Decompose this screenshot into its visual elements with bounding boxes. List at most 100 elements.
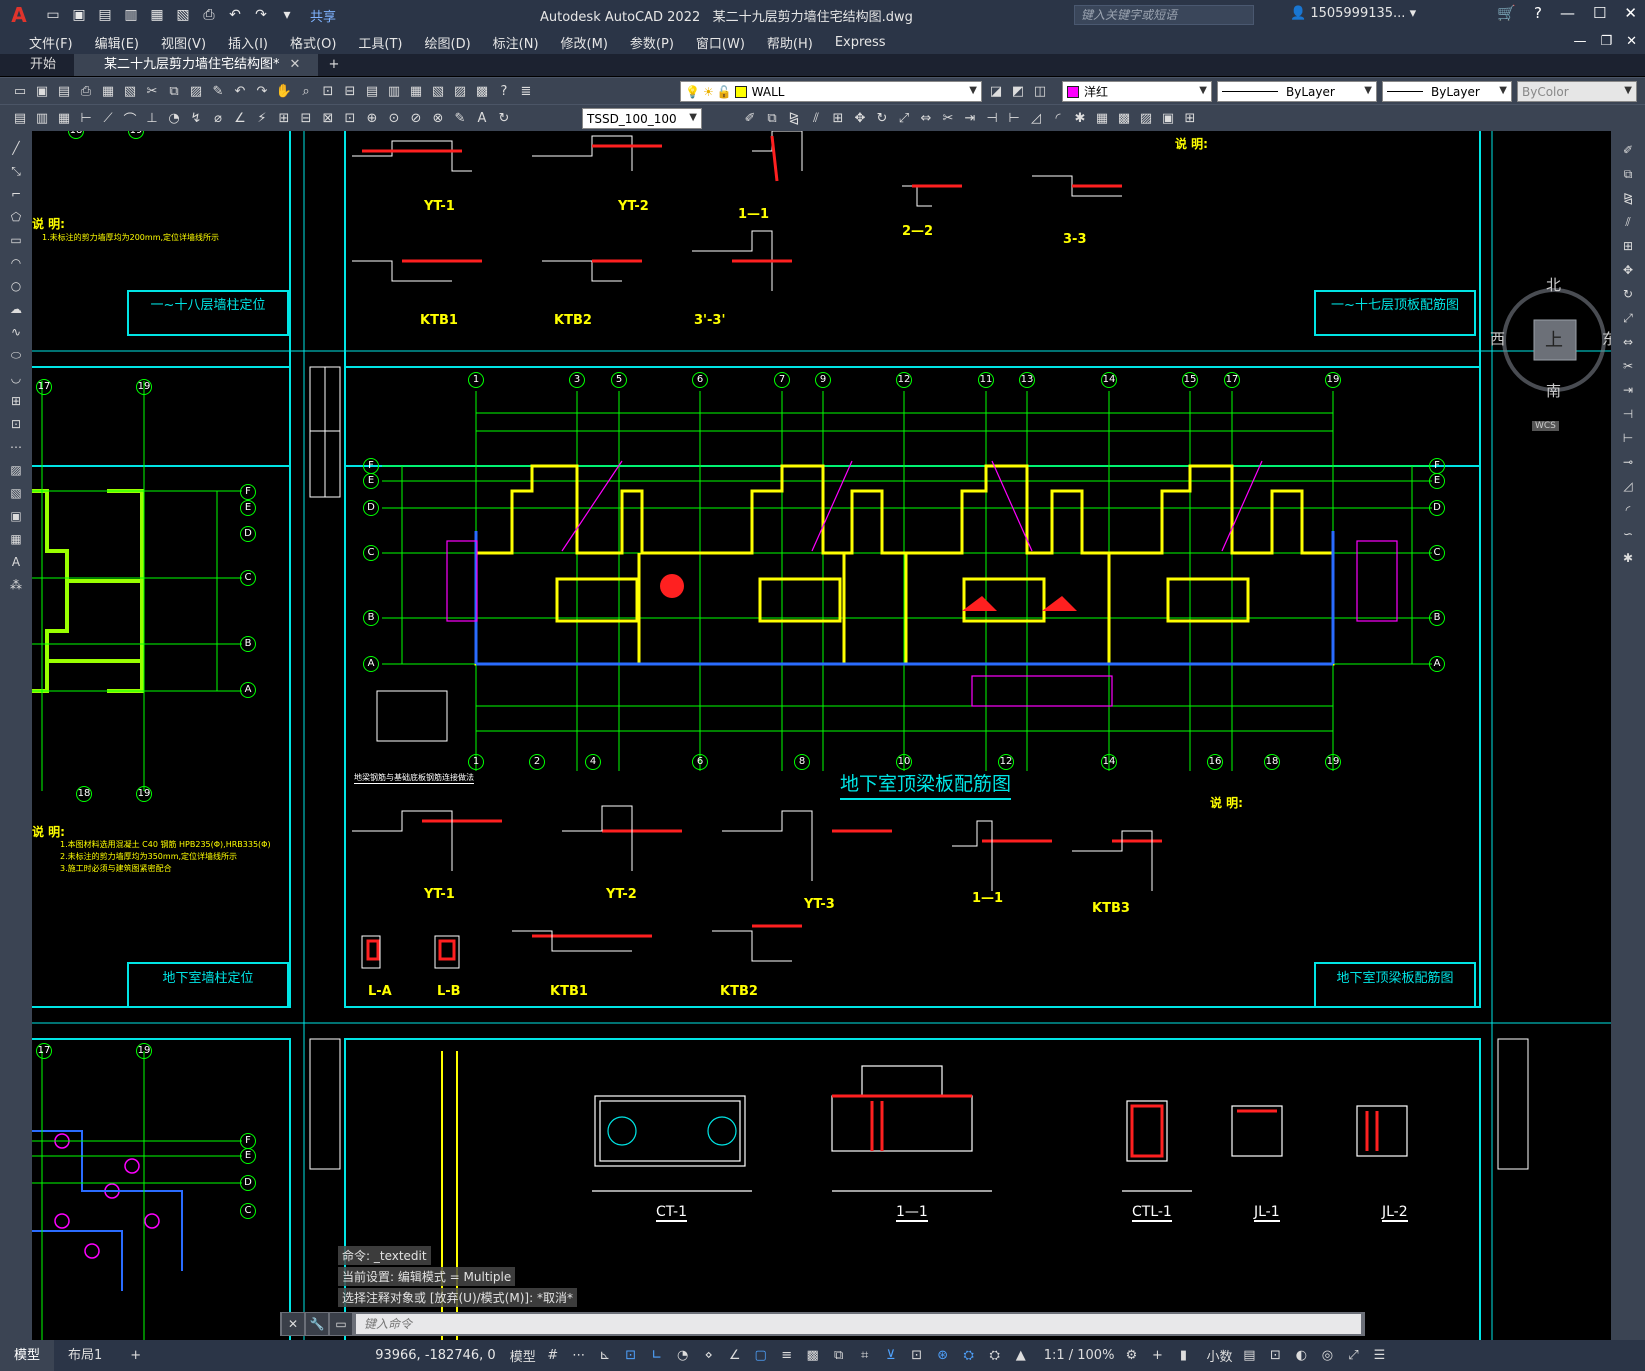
tab-drawing[interactable]: 某二十九层剪力墙住宅结构图* ✕ <box>74 54 319 76</box>
markup-icon[interactable]: ▨ <box>450 81 470 101</box>
annotation-visibility-icon[interactable]: ⛭ <box>960 1347 978 1365</box>
move-icon[interactable]: ✥ <box>850 108 870 128</box>
grid-icon[interactable]: # <box>544 1347 562 1365</box>
new-icon[interactable]: ▭ <box>42 4 64 26</box>
center-mark-icon[interactable]: ⊙ <box>384 108 404 128</box>
auto-scale-icon[interactable]: ⛭ <box>986 1347 1004 1365</box>
blend-icon[interactable]: ∽ <box>1617 525 1639 543</box>
scale-icon[interactable]: ⤢ <box>1617 309 1639 327</box>
calculator-icon[interactable]: ▩ <box>472 81 492 101</box>
polyline-icon[interactable]: ⌐ <box>5 185 27 203</box>
break-point-icon[interactable]: ⊣ <box>1617 405 1639 423</box>
copy-icon[interactable]: ⧉ <box>164 81 184 101</box>
offset-icon[interactable]: ⫽ <box>1617 213 1639 231</box>
wcs-menu[interactable]: WCS <box>1532 421 1559 431</box>
object-snap-tracking-icon[interactable]: ∠ <box>726 1347 744 1365</box>
make-block-icon[interactable]: ⊡ <box>5 415 27 433</box>
units-display[interactable]: 小数 <box>1206 1346 1232 1365</box>
menu-tools[interactable]: 工具(T) <box>347 33 413 52</box>
menu-window[interactable]: 窗口(W) <box>685 33 756 52</box>
object-snap-icon[interactable]: ▢ <box>752 1347 770 1365</box>
isolate-objects-icon[interactable]: ◐ <box>1292 1347 1310 1365</box>
tab-start[interactable]: 开始 <box>0 54 74 76</box>
linetype-combo[interactable]: ByLayer ▼ <box>1217 81 1377 102</box>
erase-icon[interactable]: ✐ <box>1617 141 1639 159</box>
ordinate-dim-icon[interactable]: ⊥ <box>142 108 162 128</box>
open-icon[interactable]: ▣ <box>68 4 90 26</box>
break-icon[interactable]: ⊣ <box>982 108 1002 128</box>
extend-icon[interactable]: ⇥ <box>1617 381 1639 399</box>
menu-modify[interactable]: 修改(M) <box>550 33 619 52</box>
extend-icon[interactable]: ⇥ <box>960 108 980 128</box>
inspection-icon[interactable]: ⊘ <box>406 108 426 128</box>
model-space-toggle[interactable]: 模型 <box>510 1346 536 1365</box>
spline-icon[interactable]: ∿ <box>5 323 27 341</box>
polar-icon[interactable]: ◔ <box>674 1347 692 1365</box>
fillet-icon[interactable]: ◜ <box>1617 501 1639 519</box>
share-button[interactable]: 共享 <box>310 6 336 25</box>
fillet-icon[interactable]: ◜ <box>1048 108 1068 128</box>
layer-manager-icon[interactable]: ≣ <box>516 81 536 101</box>
tool-palettes-icon[interactable]: ▦ <box>406 81 426 101</box>
help-icon[interactable]: ? <box>1534 4 1542 22</box>
arc-icon[interactable]: ◠ <box>5 254 27 272</box>
open-icon[interactable]: ▣ <box>32 81 52 101</box>
mtext-icon[interactable]: A <box>5 553 27 571</box>
layer-state-icon[interactable]: ◫ <box>1030 81 1050 101</box>
cart-icon[interactable]: 🛒 <box>1497 4 1516 22</box>
snap-icon[interactable]: ⋯ <box>570 1347 588 1365</box>
plot-icon[interactable]: ⎙ <box>76 81 96 101</box>
menu-view[interactable]: 视图(V) <box>150 33 217 52</box>
draworder-icon[interactable]: ▦ <box>1092 108 1112 128</box>
autocad-logo-icon[interactable]: A <box>6 2 32 28</box>
workspace-icon[interactable]: ⚙ <box>1122 1347 1140 1365</box>
lineweight-combo[interactable]: ByLayer ▼ <box>1382 81 1512 102</box>
match-icon[interactable]: ✎ <box>208 81 228 101</box>
publish-icon[interactable]: ▧ <box>120 81 140 101</box>
stretch-icon[interactable]: ⇔ <box>916 108 936 128</box>
customize-dropdown-icon[interactable]: ▾ <box>276 4 298 26</box>
copy-object-icon[interactable]: ⧉ <box>762 108 782 128</box>
customize-icon[interactable]: 🔧 <box>306 1313 328 1335</box>
baseline-dim-icon[interactable]: ⊞ <box>274 108 294 128</box>
circle-icon[interactable]: ○ <box>5 277 27 295</box>
design-center-icon[interactable]: ▥ <box>384 81 404 101</box>
close-icon[interactable]: ✕ <box>1624 4 1637 22</box>
line-icon[interactable]: ╱ <box>5 139 27 157</box>
tab-model[interactable]: 模型 <box>0 1340 55 1371</box>
coordinates-readout[interactable]: 93966, -182746, 0 <box>375 1348 495 1363</box>
menu-express[interactable]: Express <box>824 35 897 50</box>
plotstyle-combo[interactable]: ByColor ▼ <box>1517 81 1637 102</box>
dim-break-icon[interactable]: ⊡ <box>340 108 360 128</box>
make-current-icon[interactable]: ◪ <box>986 81 1006 101</box>
infer-icon[interactable]: ⊾ <box>596 1347 614 1365</box>
paste-icon[interactable]: ▨ <box>186 81 206 101</box>
gizmo-icon[interactable]: ⊛ <box>934 1347 952 1365</box>
viewcube-south[interactable]: 南 <box>1546 380 1561 401</box>
annotation-scale[interactable]: 1:1 / 100% <box>1044 1348 1115 1363</box>
menu-insert[interactable]: 插入(I) <box>217 33 279 52</box>
hatch-icon[interactable]: ▨ <box>5 461 27 479</box>
add-layout-button[interactable]: + <box>116 1340 155 1371</box>
move-icon[interactable]: ✥ <box>1617 261 1639 279</box>
explode-icon[interactable]: ✱ <box>1617 549 1639 567</box>
scale-icon[interactable]: ⤢ <box>894 108 914 128</box>
break-icon[interactable]: ⊢ <box>1617 429 1639 447</box>
insert-icon[interactable]: ⊞ <box>1180 108 1200 128</box>
menu-help[interactable]: 帮助(H) <box>756 33 824 52</box>
chamfer-icon[interactable]: ◿ <box>1617 477 1639 495</box>
jogged-dim-icon[interactable]: ↯ <box>186 108 206 128</box>
doc-restore-icon[interactable]: ❐ <box>1600 34 1612 49</box>
customization-icon[interactable]: ☰ <box>1370 1347 1388 1365</box>
doc-close-icon[interactable]: ✕ <box>1626 34 1637 49</box>
dynamic-ucs-icon[interactable]: ⊻ <box>882 1347 900 1365</box>
trim-icon[interactable]: ✂ <box>938 108 958 128</box>
radius-dim-icon[interactable]: ◔ <box>164 108 184 128</box>
ellipse-arc-icon[interactable]: ◡ <box>5 369 27 387</box>
plot-icon[interactable]: ⎙ <box>198 4 220 26</box>
viewcube-north[interactable]: 北 <box>1546 274 1561 295</box>
new-icon[interactable]: ▭ <box>10 81 30 101</box>
graphics-performance-icon[interactable]: ◎ <box>1318 1347 1336 1365</box>
preview-icon[interactable]: ▦ <box>98 81 118 101</box>
arc-length-icon[interactable]: ⌒ <box>120 108 140 128</box>
